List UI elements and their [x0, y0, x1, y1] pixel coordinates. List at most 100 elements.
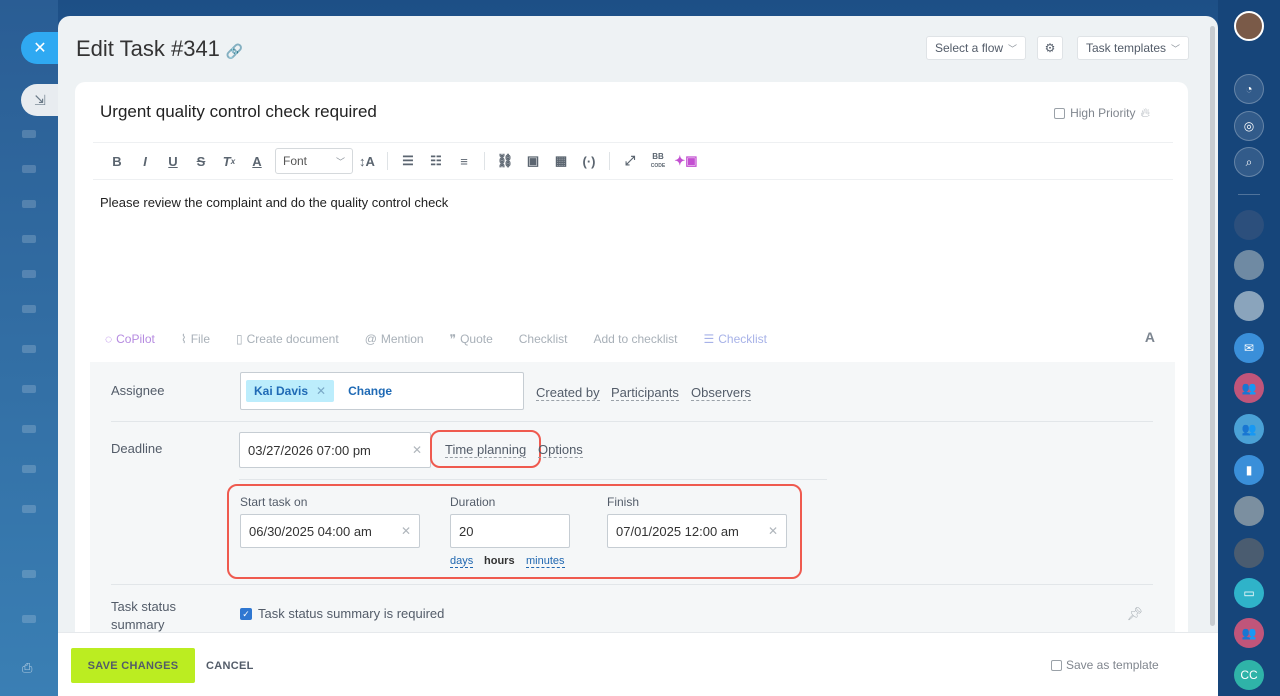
- bell-icon[interactable]: ◔: [1234, 74, 1264, 104]
- text-color-icon[interactable]: A: [243, 149, 271, 173]
- numbered-list-icon[interactable]: ☰: [394, 149, 422, 173]
- start-task-label: Start task on: [240, 495, 308, 509]
- contact-avatar[interactable]: [1234, 210, 1264, 240]
- finish-label: Finish: [607, 495, 640, 509]
- chevron-down-icon: ﹀: [1171, 43, 1181, 54]
- checklist-label: Checklist: [518, 332, 568, 346]
- ai-image-icon[interactable]: ✦▣: [672, 149, 700, 173]
- remove-assignee-icon[interactable]: ✕: [316, 384, 326, 398]
- checklist-button[interactable]: Checklist: [519, 332, 568, 346]
- blurred-menu-icon: [22, 425, 36, 433]
- clear-format-icon[interactable]: Tx: [215, 149, 243, 173]
- file-button[interactable]: ⌇ File: [181, 332, 210, 346]
- mail-icon[interactable]: ✉: [1234, 333, 1264, 363]
- checklist-icon: ☰: [703, 332, 715, 346]
- group-chat-icon[interactable]: 👥: [1234, 414, 1264, 444]
- italic-icon[interactable]: I: [131, 149, 159, 173]
- time-planning-link[interactable]: Time planning: [445, 442, 527, 458]
- high-priority-label: High Priority: [1070, 106, 1136, 120]
- text-format-icon[interactable]: A: [1145, 329, 1155, 345]
- assignee-field[interactable]: Kai Davis ✕ Change: [240, 372, 524, 410]
- contact-avatar[interactable]: [1234, 538, 1264, 568]
- quote-label: Quote: [460, 332, 493, 346]
- copilot-button[interactable]: ◌ CoPilot: [105, 332, 155, 346]
- clear-icon[interactable]: ✕: [412, 443, 422, 457]
- font-size-icon[interactable]: ↕A: [353, 149, 381, 173]
- field-divider: [111, 421, 1153, 422]
- duration-input[interactable]: 20: [450, 514, 570, 548]
- mention-button[interactable]: @ Mention: [365, 332, 424, 346]
- group-avatar[interactable]: [1234, 291, 1264, 321]
- font-select[interactable]: Font ﹀: [275, 148, 353, 174]
- task-title-input[interactable]: Urgent quality control check required: [100, 102, 377, 122]
- checklist-ai-button[interactable]: ☰ Checklist: [704, 332, 767, 346]
- underline-icon[interactable]: U: [159, 149, 187, 173]
- printer-icon[interactable]: ⎙: [22, 660, 38, 675]
- created-by-link[interactable]: Created by: [536, 385, 600, 401]
- finish-input[interactable]: 07/01/2025 12:00 am ✕: [607, 514, 787, 548]
- change-assignee-button[interactable]: Change: [348, 384, 392, 398]
- quote-button[interactable]: ❞ Quote: [450, 332, 493, 346]
- assignee-chip[interactable]: Kai Davis ✕: [246, 380, 335, 402]
- link-icon[interactable]: ⛓: [491, 149, 519, 173]
- create-document-button[interactable]: ▯ Create document: [236, 332, 339, 346]
- blurred-menu-icon: [22, 465, 36, 473]
- bookmark-icon[interactable]: ▮: [1234, 455, 1264, 485]
- task-fields: Assignee Kai Davis ✕ Change Created by P…: [90, 362, 1175, 642]
- duration-value: 20: [459, 523, 474, 539]
- deadline-label: Deadline: [111, 441, 163, 456]
- table-icon[interactable]: ▦: [547, 149, 575, 173]
- chat-bubble-icon[interactable]: ▭: [1234, 578, 1264, 608]
- observers-link[interactable]: Observers: [691, 385, 751, 401]
- bullet-list-icon[interactable]: ☷: [422, 149, 450, 173]
- task-description[interactable]: Please review the complaint and do the q…: [100, 195, 448, 210]
- deadline-input[interactable]: 03/27/2026 07:00 pm ✕: [239, 432, 431, 468]
- unit-hours-link[interactable]: hours: [484, 555, 515, 567]
- blurred-menu-icon: [22, 305, 36, 313]
- minimize-slider-button[interactable]: ⇲: [21, 84, 59, 116]
- edit-task-panel: Edit Task #341 🔗 Select a flow ﹀ ⚙ Task te…: [58, 16, 1218, 696]
- clear-icon[interactable]: ✕: [401, 524, 411, 538]
- pin-icon[interactable]: 📌︎: [1126, 606, 1143, 622]
- fullscreen-icon[interactable]: ⤢: [616, 149, 644, 173]
- select-flow-dropdown[interactable]: Select a flow ﹀: [926, 36, 1027, 60]
- group-chat-icon[interactable]: 👥: [1234, 373, 1264, 403]
- settings-button[interactable]: ⚙: [1037, 36, 1063, 60]
- strikethrough-icon[interactable]: S: [187, 149, 215, 173]
- high-priority-checkbox[interactable]: [1054, 107, 1066, 119]
- close-slider-button[interactable]: ✕: [21, 32, 59, 64]
- contact-avatar[interactable]: [1234, 250, 1264, 280]
- link-icon[interactable]: 🔗: [226, 43, 243, 59]
- save-as-template-toggle[interactable]: Save as template: [1051, 658, 1159, 672]
- participants-link[interactable]: Participants: [611, 385, 679, 401]
- bbcode-icon[interactable]: BB CODE: [644, 149, 672, 173]
- cancel-button[interactable]: CANCEL: [206, 660, 254, 672]
- group-chat-icon[interactable]: 👥: [1234, 618, 1264, 648]
- blurred-menu-icon: [22, 165, 36, 173]
- user-avatar[interactable]: [1234, 11, 1264, 41]
- image-icon[interactable]: ▣: [519, 149, 547, 173]
- save-as-template-checkbox[interactable]: [1051, 659, 1062, 671]
- page-title-text: Edit Task #341: [76, 36, 220, 61]
- start-task-input[interactable]: 06/30/2025 04:00 am ✕: [240, 514, 420, 548]
- scrollbar[interactable]: [1210, 26, 1215, 626]
- clear-icon[interactable]: ✕: [768, 524, 778, 538]
- copilot-spiral-icon[interactable]: ◎: [1234, 111, 1264, 141]
- unit-days-link[interactable]: days: [450, 555, 474, 568]
- assignee-name: Kai Davis: [254, 384, 309, 398]
- add-to-checklist-button[interactable]: Add to checklist: [593, 332, 677, 346]
- checklist-ai-label: Checklist: [718, 332, 767, 346]
- task-templates-dropdown[interactable]: Task templates ﹀: [1077, 36, 1190, 60]
- align-icon[interactable]: ≡: [450, 149, 478, 173]
- status-summary-checkbox[interactable]: ✓: [240, 608, 252, 620]
- bold-icon[interactable]: B: [103, 149, 131, 173]
- code-icon[interactable]: (·): [575, 149, 603, 173]
- high-priority-toggle[interactable]: High Priority 🔥︎: [1054, 105, 1150, 121]
- search-chat-icon[interactable]: ⌕: [1234, 147, 1264, 177]
- blurred-menu-icon: [22, 570, 36, 578]
- options-link[interactable]: Options: [538, 442, 583, 458]
- cc-avatar[interactable]: CC: [1234, 660, 1264, 690]
- unit-minutes-link[interactable]: minutes: [526, 555, 565, 568]
- save-changes-button[interactable]: SAVE CHANGES: [71, 648, 195, 683]
- contact-avatar[interactable]: [1234, 496, 1264, 526]
